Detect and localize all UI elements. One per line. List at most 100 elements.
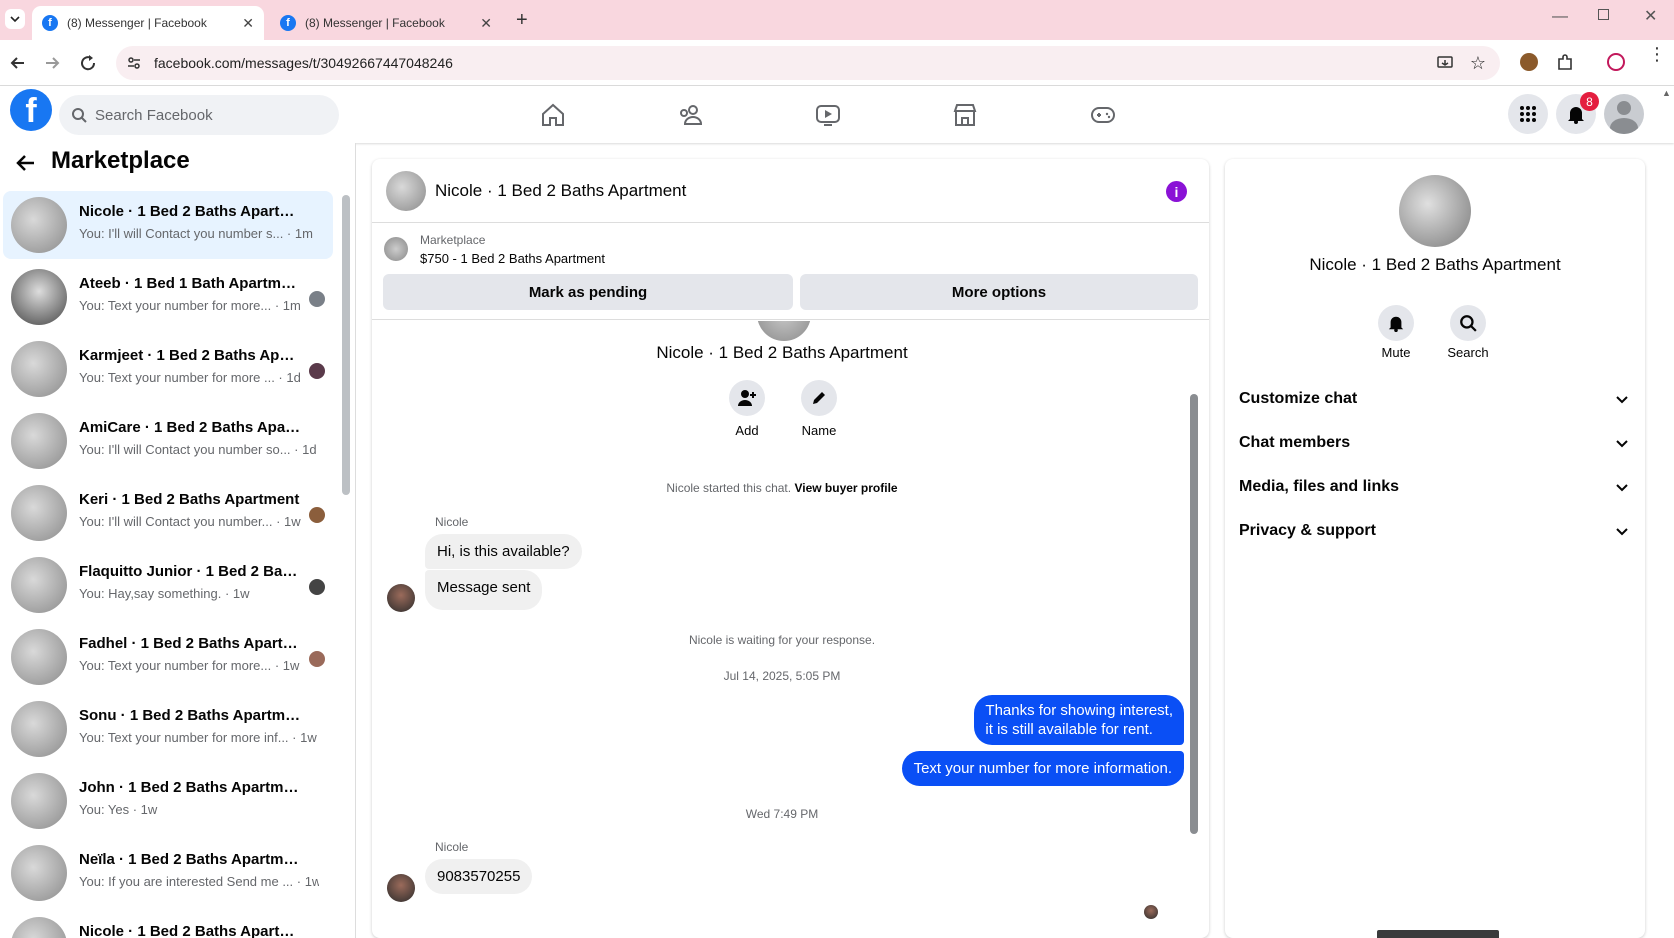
reload-icon[interactable]	[78, 53, 98, 73]
profile-icon[interactable]	[1607, 53, 1625, 71]
profile-name: Nicole · 1 Bed 2 Baths Apartment	[656, 343, 908, 362]
facebook-logo-icon[interactable]: f	[10, 89, 52, 131]
minimize-window-button[interactable]: —	[1552, 8, 1568, 26]
add-label: Add	[735, 423, 759, 438]
listing-thumbnail[interactable]	[384, 237, 408, 261]
conversation-item[interactable]: Neïla · 1 Bed 2 Baths Apartment You: If y…	[3, 839, 333, 907]
grid-icon	[1520, 106, 1536, 122]
message-bubble[interactable]: Message sent	[425, 570, 543, 610]
conversation-item[interactable]: John · 1 Bed 2 Baths Apartment You: Yes ·…	[3, 767, 333, 835]
close-tab-icon[interactable]: ✕	[480, 15, 492, 32]
notification-badge: 8	[1580, 92, 1599, 111]
message-bubble-outgoing[interactable]: Text your number for more information.	[901, 751, 1184, 786]
close-window-button[interactable]: ✕	[1644, 6, 1657, 26]
view-buyer-profile-link[interactable]: View buyer profile	[794, 481, 897, 495]
browser-tab-bar: f (8) Messenger | Facebook ✕ f (8) Messe…	[0, 0, 1674, 40]
privacy-support-section[interactable]: Privacy & support	[1239, 511, 1629, 551]
install-app-icon[interactable]	[1436, 54, 1454, 72]
facebook-favicon-icon: f	[280, 15, 296, 31]
conversation-item[interactable]: Sonu · 1 Bed 2 Baths Apartment You: Text …	[3, 695, 333, 763]
search-label: Search	[1447, 345, 1489, 360]
conversation-item[interactable]: AmiCare · 1 Bed 2 Baths Apartm... You: I'…	[3, 407, 333, 475]
chevron-down-icon	[1616, 440, 1628, 448]
notifications-button[interactable]: 8	[1556, 92, 1599, 134]
listing-divider	[372, 319, 1209, 320]
search-in-chat-button[interactable]	[1450, 305, 1486, 341]
restore-window-button[interactable]	[1598, 9, 1609, 20]
menu-grid-button[interactable]	[1508, 94, 1548, 134]
chat-avatar[interactable]	[386, 171, 426, 211]
page-scroll-up-arrow[interactable]: ▲	[1662, 88, 1671, 98]
browser-menu-icon[interactable]: ⋮	[1648, 45, 1666, 63]
started-text: Nicole started this chat.	[666, 481, 792, 495]
search-icon	[1460, 315, 1477, 332]
bookmark-star-icon[interactable]: ☆	[1470, 53, 1486, 74]
conversation-item[interactable]: Ateeb · 1 Bed 1 Bath Apartment You: Text …	[3, 263, 333, 331]
chat-details-panel: Nicole · 1 Bed 2 Baths Apartment Mute Se…	[1225, 159, 1645, 938]
listing-source: Marketplace	[420, 233, 486, 247]
marketplace-icon[interactable]	[952, 102, 978, 128]
mark-as-pending-button[interactable]: Mark as pending	[383, 274, 793, 310]
back-arrow-icon[interactable]	[14, 151, 38, 175]
conversation-item[interactable]: Keri · 1 Bed 2 Baths Apartment You: I'll …	[3, 479, 333, 547]
tab-title: (8) Messenger | Facebook	[67, 16, 207, 30]
new-tab-button[interactable]: +	[516, 9, 528, 32]
listing-price-title[interactable]: $750 - 1 Bed 2 Baths Apartment	[420, 251, 605, 266]
info-icon[interactable]: i	[1166, 181, 1187, 202]
search-icon	[72, 108, 87, 123]
message-bubble[interactable]: Hi, is this available?	[425, 534, 582, 569]
seen-avatar	[309, 579, 325, 595]
forward-arrow-icon[interactable]	[42, 53, 62, 73]
video-icon[interactable]	[815, 102, 841, 128]
chat-panel: Nicole · 1 Bed 2 Baths Apartment i Marke…	[372, 159, 1209, 938]
sender-name: Nicole	[435, 515, 469, 529]
message-bubble[interactable]: 9083570255	[425, 859, 533, 894]
media-files-links-section[interactable]: Media, files and links	[1239, 467, 1629, 507]
friends-icon[interactable]	[677, 102, 703, 128]
seen-avatar	[309, 651, 325, 667]
edit-name-button[interactable]	[801, 380, 837, 416]
avatar	[11, 773, 67, 829]
account-avatar[interactable]	[1604, 94, 1644, 134]
message-bubble-outgoing[interactable]: Thanks for showing interest, it is still…	[974, 695, 1184, 745]
sidebar-scrollbar[interactable]	[342, 195, 350, 495]
cookie-extension-icon[interactable]	[1520, 53, 1538, 71]
address-bar[interactable]: facebook.com/messages/t/3049266744704824…	[116, 46, 1500, 80]
add-person-icon	[738, 390, 756, 406]
conversation-item[interactable]: Nicole · 1 Bed 2 Baths Apartment You: I'l…	[3, 191, 333, 259]
details-avatar[interactable]	[1399, 175, 1471, 247]
chat-scrollbar[interactable]	[1190, 394, 1198, 834]
gaming-icon[interactable]	[1090, 102, 1116, 128]
tab-search-dropdown[interactable]	[5, 9, 25, 29]
avatar	[11, 413, 67, 469]
details-name: Nicole · 1 Bed 2 Baths Apartment	[1309, 255, 1561, 274]
conversation-item[interactable]: Fadhel · 1 Bed 2 Baths Apartm... You: Tex…	[3, 623, 333, 691]
more-options-button[interactable]: More options	[800, 274, 1198, 310]
close-tab-icon[interactable]: ✕	[242, 15, 254, 32]
chevron-down-icon	[1616, 528, 1628, 536]
browser-toolbar: facebook.com/messages/t/3049266744704824…	[0, 40, 1674, 86]
conversation-item[interactable]: Flaquitto Junior · 1 Bed 2 Bath... You: H…	[3, 551, 333, 619]
facebook-header: f Search Facebook 8	[0, 86, 1674, 143]
waiting-notice: Nicole is waiting for your response.	[688, 633, 876, 647]
conversation-sidebar: Marketplace Nicole · 1 Bed 2 Baths Apart…	[0, 143, 356, 938]
chat-members-section[interactable]: Chat members	[1239, 423, 1629, 463]
back-arrow-icon[interactable]	[8, 53, 28, 73]
seen-avatar	[309, 291, 325, 307]
mute-button[interactable]	[1378, 305, 1414, 341]
conversation-item[interactable]: Karmjeet · 1 Bed 2 Baths Apar... You: Tex…	[3, 335, 333, 403]
browser-tab-1[interactable]: f (8) Messenger | Facebook ✕	[32, 6, 264, 40]
browser-tab-2[interactable]: f (8) Messenger | Facebook ✕	[270, 6, 502, 40]
chat-title[interactable]: Nicole · 1 Bed 2 Baths Apartment	[435, 181, 686, 201]
bottom-overlay-bar	[1377, 930, 1499, 938]
bell-icon	[1388, 316, 1404, 332]
home-icon[interactable]	[540, 102, 566, 128]
avatar	[11, 197, 67, 253]
chevron-down-icon	[10, 16, 20, 23]
conversation-item[interactable]: Nicole · 1 Bed 2 Baths Apartm...	[3, 911, 333, 938]
search-bar[interactable]: Search Facebook	[59, 95, 339, 135]
site-settings-icon[interactable]	[126, 55, 142, 71]
extensions-puzzle-icon[interactable]	[1555, 53, 1575, 73]
customize-chat-section[interactable]: Customize chat	[1239, 379, 1629, 419]
add-people-button[interactable]	[729, 380, 765, 416]
